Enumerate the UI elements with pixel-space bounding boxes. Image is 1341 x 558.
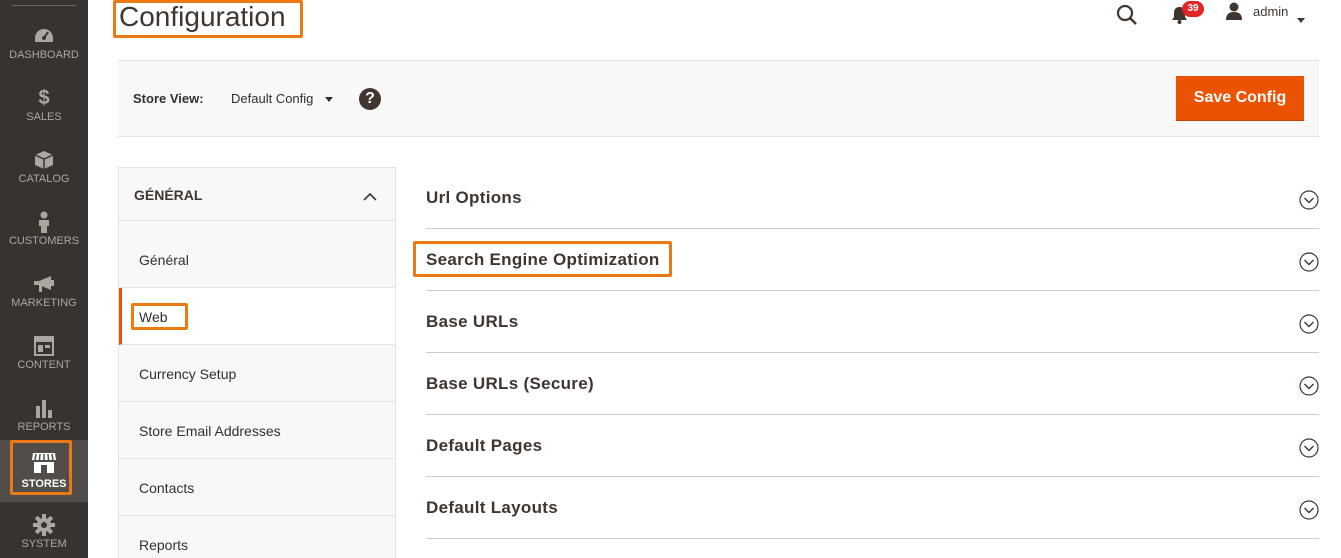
section-title: Default Layouts [426,498,559,517]
tab-link-web[interactable]: Web [119,288,395,345]
expand-toggle-icon[interactable] [1299,376,1319,396]
help-icon[interactable]: ? [359,88,381,110]
tab-link-reports[interactable]: Reports [119,516,395,558]
menu-item-system[interactable]: SYSTEM [0,504,88,558]
menu-item-stores[interactable]: STORES [0,440,88,502]
user-icon[interactable] [1225,2,1243,25]
tab-link-label: Contacts [139,480,195,496]
tab-link-store-email-addresses[interactable]: Store Email Addresses [119,402,395,459]
menu-label: SYSTEM [21,538,67,550]
section-base-urls[interactable]: Base URLs [426,291,1319,353]
section-title: Url Options [426,188,522,207]
section-default-pages[interactable]: Default Pages [426,415,1319,477]
menu-label: MARKETING [11,297,77,309]
page-title: Configuration [119,1,286,32]
menu-top-divider [12,5,76,6]
tab-link-label: Reports [139,537,189,553]
menu-label: CONTENT [17,359,71,371]
menu-item-sales[interactable]: $ SALES [0,70,88,132]
tab-link-label: Store Email Addresses [139,423,281,439]
layout-icon [0,335,88,357]
menu-item-catalog[interactable]: CATALOG [0,132,88,194]
section-title: Base URLs [426,312,519,331]
menu-label: STORES [21,478,67,490]
menu-label: CUSTOMERS [8,235,80,247]
tab-link-label: Web [139,309,168,325]
store-view-dropdown[interactable]: Default Config [231,91,334,106]
tab-link-label: Currency Setup [139,366,237,382]
expand-toggle-icon[interactable] [1299,252,1319,272]
box-icon [0,149,88,171]
menu-label: REPORTS [17,421,71,433]
megaphone-icon [0,273,88,295]
search-icon[interactable] [1116,4,1138,31]
tab-link-general[interactable]: Général [119,231,395,288]
menu-item-marketing[interactable]: MARKETING [0,256,88,318]
store-view-selected: Default Config [231,91,314,106]
bar-chart-icon [0,397,88,419]
tab-link-currency-setup[interactable]: Currency Setup [119,345,395,402]
storefront-icon [0,452,88,474]
chevron-up-icon [363,188,377,206]
store-view-bar: Store View: Default Config ? Save Config [118,60,1319,137]
tab-group-title: GÉNÉRAL [134,187,203,203]
gear-icon [0,514,88,536]
expand-toggle-icon[interactable] [1299,190,1319,210]
expand-toggle-icon[interactable] [1299,314,1319,334]
dashboard-icon [0,25,88,47]
save-config-button[interactable]: Save Config [1176,76,1304,121]
section-base-urls-secure[interactable]: Base URLs (Secure) [426,353,1319,415]
section-title: Default Pages [426,436,543,455]
tab-link-label: Général [139,252,189,268]
notification-count-badge[interactable]: 39 [1182,1,1204,17]
menu-item-dashboard[interactable]: DASHBOARD [0,8,88,70]
chevron-down-icon [325,97,334,103]
menu-label: DASHBOARD [9,49,79,61]
tab-group-general[interactable]: GÉNÉRAL [119,168,395,221]
section-url-options[interactable]: Url Options [426,167,1319,229]
menu-item-content[interactable]: CONTENT [0,318,88,380]
admin-menu: DASHBOARD $ SALES CATALOG CUSTOMERS MARK… [0,0,88,558]
tab-link-contacts[interactable]: Contacts [119,459,395,516]
store-view-label: Store View: [133,91,204,106]
menu-label: SALES [26,111,62,123]
menu-item-reports[interactable]: REPORTS [0,380,88,442]
section-title: Search Engine Optimization [426,250,660,269]
chevron-down-icon[interactable] [1297,10,1305,28]
config-tabs: GÉNÉRAL Général Web Currency Setup Store… [118,167,396,558]
section-search-engine-optimization[interactable]: Search Engine Optimization [426,229,1319,291]
person-icon [0,211,88,233]
section-default-layouts[interactable]: Default Layouts [426,477,1319,539]
menu-label: CATALOG [18,173,70,185]
dollar-icon: $ [38,86,50,109]
expand-toggle-icon[interactable] [1299,500,1319,520]
admin-user-menu[interactable]: admin [1253,4,1288,19]
expand-toggle-icon[interactable] [1299,438,1319,458]
menu-item-customers[interactable]: CUSTOMERS [0,194,88,256]
section-title: Base URLs (Secure) [426,374,594,393]
